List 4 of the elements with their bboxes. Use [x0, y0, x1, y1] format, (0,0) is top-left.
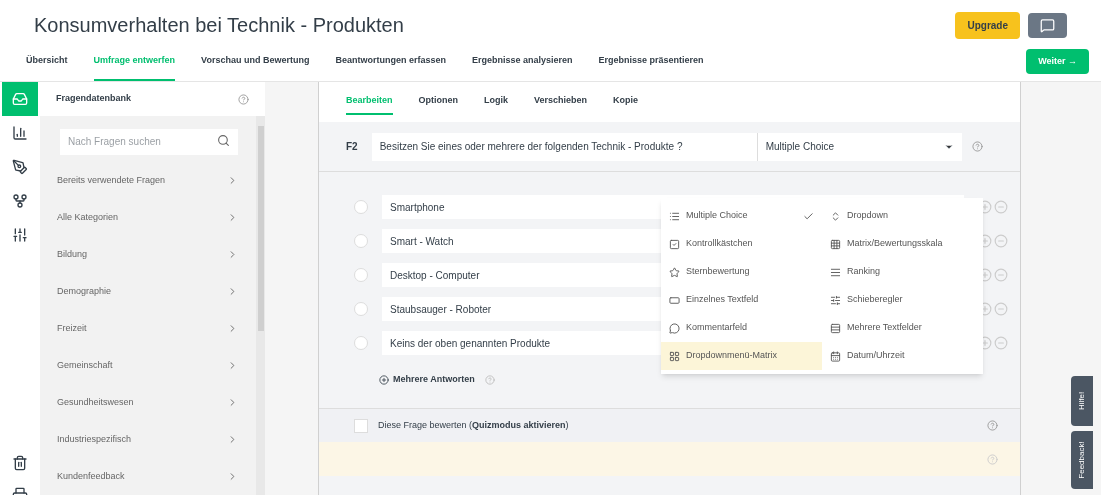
question-number: F2	[346, 140, 358, 154]
page-title: Konsumverhalten bei Technik - Produkten	[34, 13, 404, 38]
quiz-label: Diese Frage bewerten (Quizmodus aktivieren)	[378, 418, 569, 432]
sidebar-title: Fragendatenbank	[56, 92, 131, 106]
